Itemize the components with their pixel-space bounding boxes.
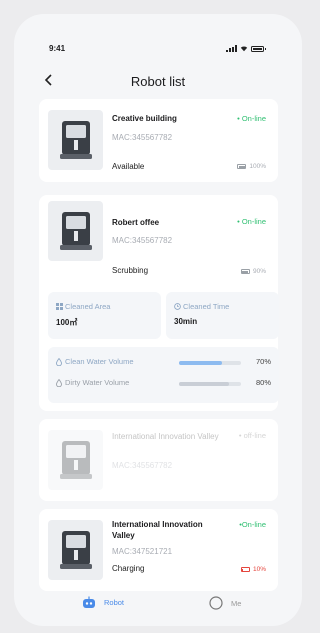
robot-card[interactable]: International Innovation Valley MAC:3475… bbox=[39, 509, 278, 591]
clean-water-label: Clean Water Volume bbox=[65, 357, 134, 366]
water-drop-icon bbox=[56, 378, 62, 387]
battery-status-icon bbox=[251, 45, 266, 52]
dirty-water-fill bbox=[179, 382, 229, 386]
signal-icon bbox=[226, 45, 237, 52]
cleaned-time-label: Cleaned Time bbox=[174, 302, 229, 311]
cleaned-area-value: 100㎡ bbox=[56, 318, 78, 327]
robot-name: International Innovation Valley bbox=[112, 520, 203, 540]
robot-name: International Innovation Valley bbox=[112, 432, 219, 441]
dirty-water-percent: 80% bbox=[255, 378, 271, 387]
battery-level: 90% bbox=[240, 268, 266, 275]
clean-water-row: Clean Water Volume 70% bbox=[56, 356, 271, 368]
cleaned-area-card: Cleaned Area 100㎡ bbox=[48, 292, 161, 339]
offline-status: • off-line bbox=[238, 431, 266, 440]
robot-image bbox=[48, 110, 103, 170]
status-bar: 9:41 bbox=[14, 44, 302, 58]
phone-screen: 9:41 Robot list Creative building MAC:34… bbox=[14, 14, 302, 626]
online-status: •On-line bbox=[239, 520, 266, 529]
tab-robot[interactable]: Robot bbox=[82, 596, 124, 608]
water-drop-icon bbox=[56, 357, 62, 366]
status-time: 9:41 bbox=[49, 44, 66, 53]
dirty-water-label: Dirty Water Volume bbox=[65, 378, 130, 387]
battery-icon bbox=[240, 269, 250, 274]
battery-percent: 100% bbox=[249, 163, 266, 170]
robot-icon bbox=[83, 596, 95, 608]
user-icon bbox=[209, 596, 223, 610]
battery-icon bbox=[237, 164, 247, 169]
clean-water-fill bbox=[179, 361, 223, 365]
robot-card-expanded[interactable]: Robert offee MAC:345567782 • On-line Scr… bbox=[39, 195, 279, 411]
battery-level: 100% bbox=[237, 163, 266, 170]
tab-me[interactable]: Me bbox=[209, 596, 241, 610]
battery-level: 10% bbox=[240, 566, 266, 573]
tab-me-label: Me bbox=[231, 598, 242, 608]
clean-water-track bbox=[179, 361, 241, 365]
online-status: • On-line bbox=[237, 114, 266, 123]
page-title: Robot list bbox=[130, 74, 186, 89]
online-status: • On-line bbox=[237, 217, 266, 226]
battery-low-icon bbox=[240, 567, 250, 572]
robot-state: Scrubbing bbox=[112, 266, 149, 275]
grid-icon bbox=[56, 303, 63, 310]
cleaned-time-card: Cleaned Time 30min bbox=[166, 292, 279, 339]
robot-card-offline[interactable]: International Innovation Valley MAC:3455… bbox=[39, 419, 278, 501]
clean-water-percent: 70% bbox=[255, 357, 271, 366]
robot-name: Creative building bbox=[112, 114, 177, 123]
robot-state: Available bbox=[112, 162, 145, 171]
battery-percent: 90% bbox=[252, 268, 266, 275]
wifi-icon bbox=[240, 46, 248, 52]
status-icons bbox=[226, 45, 266, 52]
robot-state: Charging bbox=[112, 564, 145, 573]
battery-percent: 10% bbox=[252, 566, 266, 573]
water-volume-panel: Clean Water Volume 70% Dirty Water Volum… bbox=[48, 347, 279, 403]
nav-bar: Robot list bbox=[14, 72, 302, 92]
tab-robot-label: Robot bbox=[104, 597, 125, 607]
robot-mac: MAC:345567782 bbox=[112, 236, 173, 245]
robot-mac: MAC:347521721 bbox=[112, 547, 173, 556]
robot-card[interactable]: Creative building MAC:345567782 • On-lin… bbox=[39, 99, 278, 182]
robot-image bbox=[48, 520, 103, 580]
robot-image bbox=[48, 201, 103, 261]
cleaned-area-label: Cleaned Area bbox=[56, 302, 110, 311]
clock-icon bbox=[174, 303, 181, 310]
robot-mac: MAC:345567782 bbox=[112, 461, 173, 470]
cleaned-time-value: 30min bbox=[174, 317, 198, 326]
robot-name: Robert offee bbox=[112, 218, 160, 227]
robot-mac: MAC:345567782 bbox=[112, 133, 173, 142]
tab-bar: Robot Me bbox=[14, 596, 302, 616]
dirty-water-track bbox=[179, 382, 241, 386]
robot-image bbox=[48, 430, 103, 490]
dirty-water-row: Dirty Water Volume 80% bbox=[56, 377, 271, 389]
